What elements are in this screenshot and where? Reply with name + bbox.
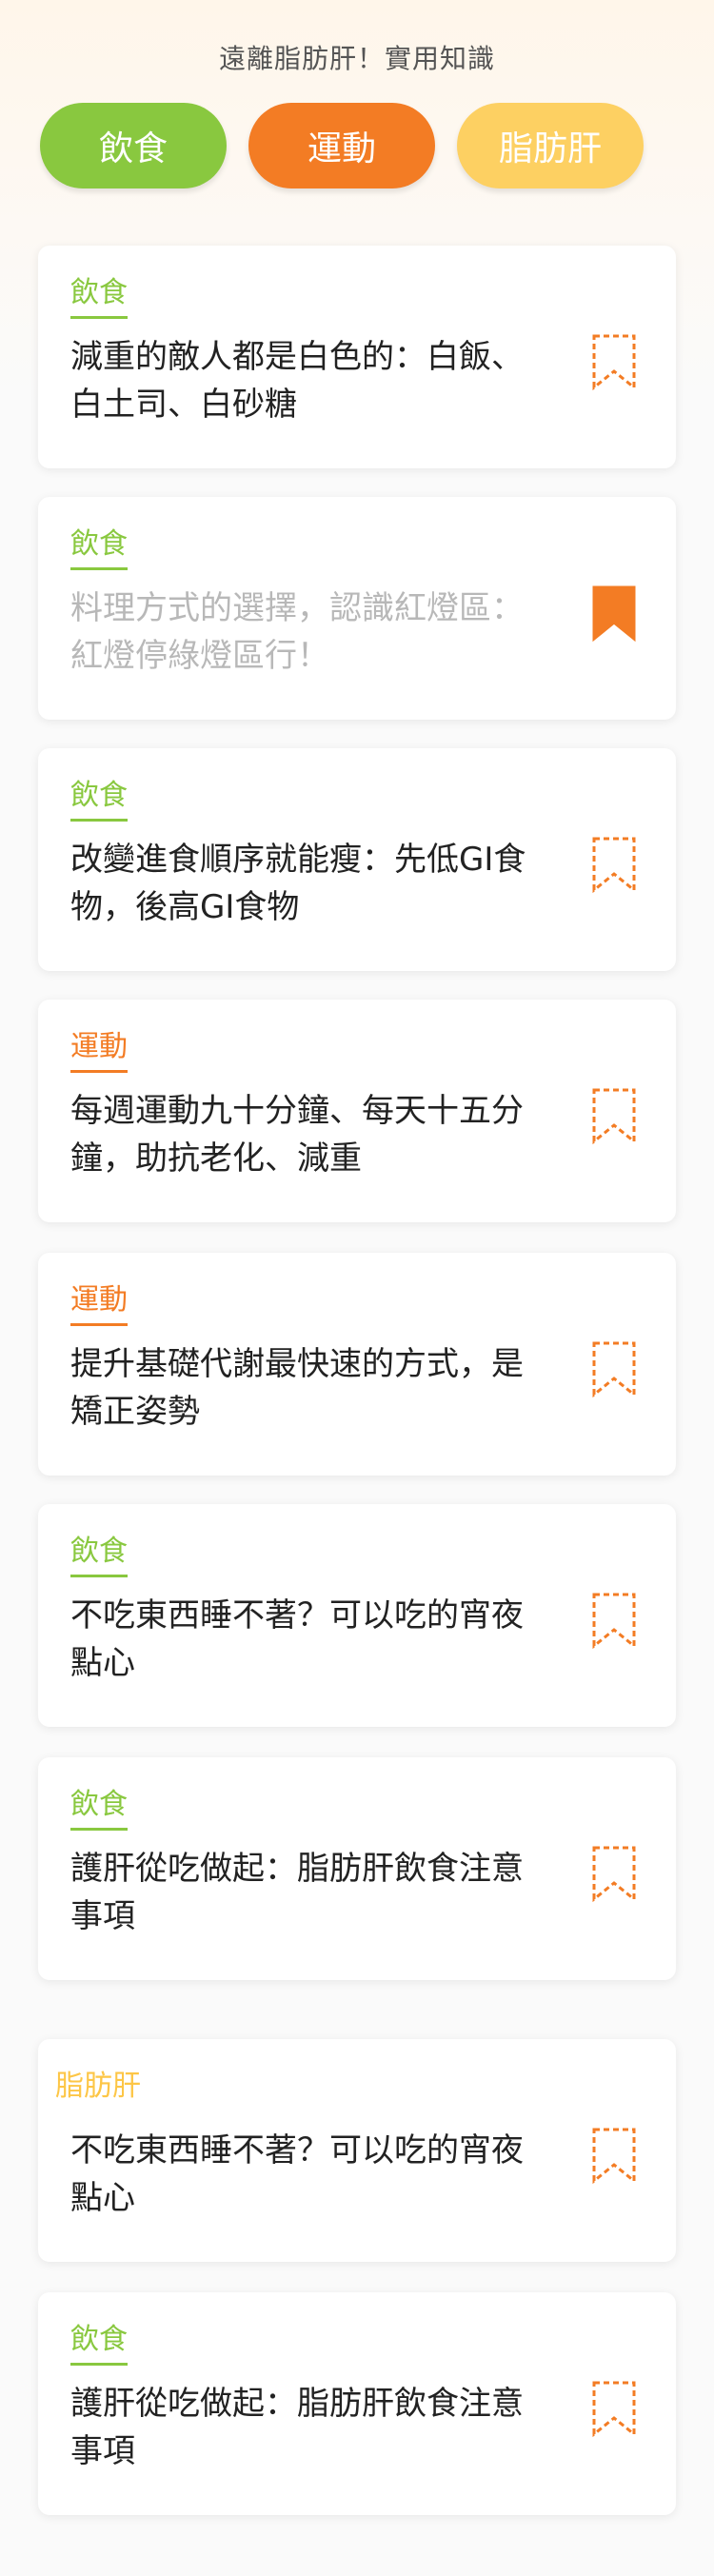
- article-title: 不吃東西睡不著？可以吃的宵夜點心: [70, 2131, 524, 2217]
- article-card[interactable]: 運動 每週運動九十分鐘、每天十五分鐘，助抗老化、減重: [38, 1000, 676, 1222]
- category-label: 脂肪肝: [55, 2070, 141, 2103]
- tab-fatty-liver[interactable]: 脂肪肝: [457, 103, 644, 188]
- article-card[interactable]: 運動 提升基礎代謝最快速的方式，是矯正姿勢: [38, 1253, 676, 1476]
- article-card[interactable]: 飲食 減重的敵人都是白色的：白飯、白土司、白砂糖: [38, 246, 676, 468]
- article-title: 提升基礎代謝最快速的方式，是矯正姿勢: [70, 1345, 524, 1431]
- category-label: 飲食: [70, 2315, 128, 2366]
- category-label: 飲食: [70, 771, 128, 822]
- article-title: 護肝從吃做起：脂肪肝飲食注意事項: [70, 2385, 524, 2470]
- article-title: 每週運動九十分鐘、每天十五分鐘，助抗老化、減重: [70, 1092, 524, 1178]
- article-card[interactable]: 飲食 改變進食順序就能瘦：先低GI食物，後高GI食物: [38, 748, 676, 971]
- bookmark-icon[interactable]: [590, 836, 638, 893]
- tab-exercise[interactable]: 運動: [248, 103, 435, 188]
- article-card[interactable]: 飲食 料理方式的選擇，認識紅燈區：紅燈停綠燈區行！: [38, 497, 676, 720]
- bookmark-icon[interactable]: [590, 1087, 638, 1144]
- bookmark-icon[interactable]: [590, 1340, 638, 1397]
- bookmark-filled-icon[interactable]: [590, 585, 638, 642]
- category-label: 飲食: [70, 1527, 128, 1577]
- article-title: 護肝從吃做起：脂肪肝飲食注意事項: [70, 1850, 524, 1935]
- article-card[interactable]: 飲食 護肝從吃做起：脂肪肝飲食注意事項: [38, 1757, 676, 1980]
- article-title: 料理方式的選擇，認識紅燈區：紅燈停綠燈區行！: [70, 589, 524, 675]
- bookmark-icon[interactable]: [590, 2127, 638, 2184]
- page-title: 遠離脂肪肝！實用知識: [218, 43, 495, 74]
- bookmark-icon[interactable]: [590, 2380, 638, 2437]
- article-card[interactable]: 飲食 護肝從吃做起：脂肪肝飲食注意事項: [38, 2292, 676, 2515]
- bookmark-icon[interactable]: [590, 1592, 638, 1649]
- article-card[interactable]: 飲食 不吃東西睡不著？可以吃的宵夜點心: [38, 1504, 676, 1727]
- category-label: 飲食: [70, 520, 128, 570]
- article-title: 減重的敵人都是白色的：白飯、白土司、白砂糖: [70, 338, 524, 424]
- category-label: 運動: [70, 1022, 128, 1073]
- bookmark-icon[interactable]: [590, 1845, 638, 1902]
- article-card[interactable]: 脂肪肝 不吃東西睡不著？可以吃的宵夜點心: [38, 2039, 676, 2262]
- tab-diet[interactable]: 飲食: [40, 103, 227, 188]
- category-label: 飲食: [70, 1780, 128, 1831]
- article-title: 不吃東西睡不著？可以吃的宵夜點心: [70, 1596, 524, 1682]
- category-tabs: 飲食 運動 脂肪肝: [40, 103, 674, 188]
- category-label: 飲食: [70, 268, 128, 319]
- article-title: 改變進食順序就能瘦：先低GI食物，後高GI食物: [70, 841, 526, 926]
- category-label: 運動: [70, 1276, 128, 1326]
- bookmark-icon[interactable]: [590, 333, 638, 390]
